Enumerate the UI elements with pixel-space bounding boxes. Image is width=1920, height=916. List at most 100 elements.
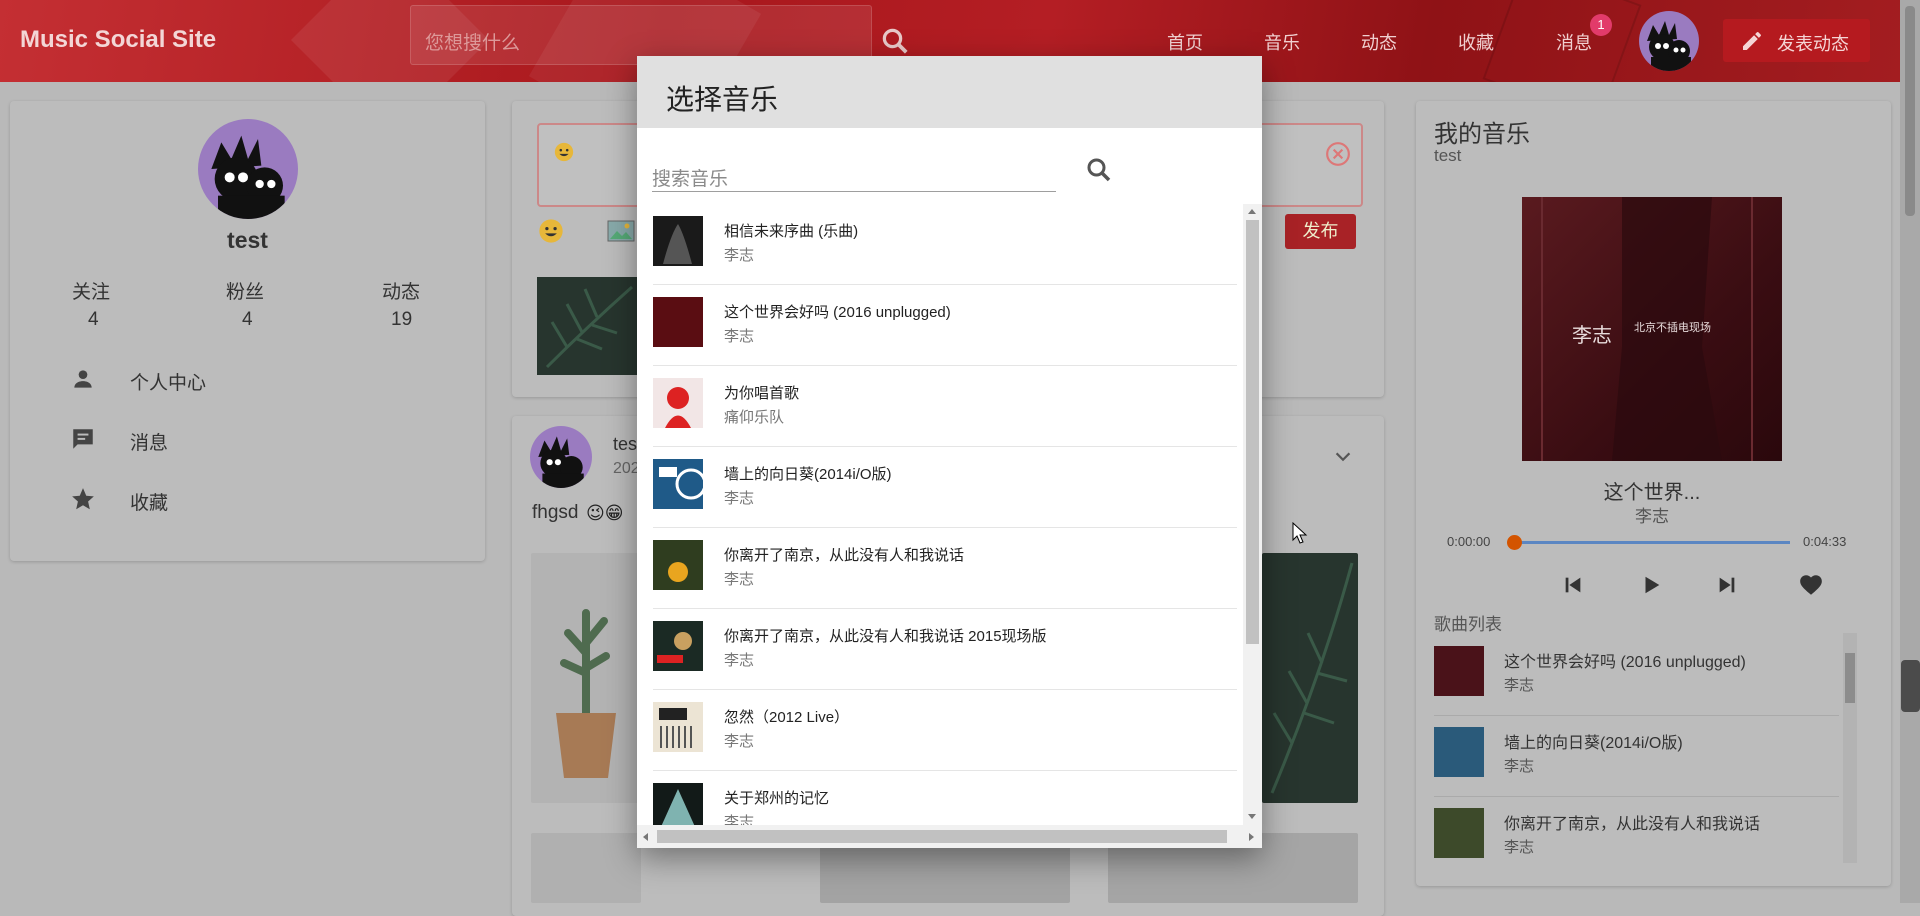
playlist-item[interactable]: 墙上的向日葵(2014i/O版) 李志 xyxy=(1434,715,1839,797)
site-logo[interactable]: Music Social Site xyxy=(20,26,216,54)
song-item[interactable]: 你离开了南京，从此没有人和我说话 李志 xyxy=(653,528,1237,609)
floating-widget[interactable] xyxy=(1901,660,1920,712)
song-list-horizontal-scrollbar[interactable] xyxy=(637,825,1262,848)
playlist-item-artist: 李志 xyxy=(1504,758,1535,775)
stat-following-label[interactable]: 关注 xyxy=(72,277,110,304)
song-item[interactable]: 忽然（2012 Live） 李志 xyxy=(653,690,1237,771)
stat-posts-label[interactable]: 动态 xyxy=(382,277,420,304)
song-item[interactable]: 关于郑州的记忆 李志 xyxy=(653,771,1237,825)
image-icon[interactable] xyxy=(607,219,635,243)
page-scrollbar-thumb[interactable] xyxy=(1905,6,1915,216)
profile-avatar[interactable] xyxy=(198,119,298,219)
playlist-item-title: 这个世界会好吗 (2016 unplugged) xyxy=(1504,654,1746,671)
playlist-item-title: 你离开了南京，从此没有人和我说话 xyxy=(1504,816,1761,833)
select-music-dialog: 选择音乐 搜索音乐 相信未来序曲 (乐曲) 李志 这个世界会好吗 (2016 u… xyxy=(637,56,1262,848)
post-date: 202 xyxy=(613,460,640,477)
song-title: 墙上的向日葵(2014i/O版) xyxy=(724,466,892,483)
message-count-badge: 1 xyxy=(1590,14,1612,36)
previous-track-icon[interactable] xyxy=(1562,574,1584,596)
song-list-horizontal-scrollbar-thumb[interactable] xyxy=(657,830,1227,843)
clear-icon[interactable] xyxy=(1325,141,1351,167)
search-icon[interactable] xyxy=(1084,155,1114,185)
song-cover xyxy=(1434,808,1484,858)
progress-slider[interactable] xyxy=(1514,541,1790,544)
song-item[interactable]: 你离开了南京，从此没有人和我说话 2015现场版 李志 xyxy=(653,609,1237,690)
cactus-illustration xyxy=(556,609,616,778)
stat-following-value: 4 xyxy=(88,309,99,330)
nav-messages[interactable]: 消息 xyxy=(1556,29,1592,55)
scroll-down-arrow-icon[interactable] xyxy=(1248,814,1256,819)
song-artist: 痛仰乐队 xyxy=(724,409,785,426)
cover-art xyxy=(665,387,691,428)
leaf-illustration xyxy=(545,285,633,369)
playlist-label: 歌曲列表 xyxy=(1434,615,1502,634)
playlist-scrollbar-thumb[interactable] xyxy=(1845,653,1855,703)
song-artist: 李志 xyxy=(724,571,755,588)
song-list-scrollbar[interactable] xyxy=(1243,204,1262,825)
publish-button[interactable]: 发布 xyxy=(1285,214,1356,249)
album-artist-text: 李志 xyxy=(1572,323,1612,347)
scroll-right-arrow-icon[interactable] xyxy=(1249,833,1254,841)
song-title: 关于郑州的记忆 xyxy=(724,790,830,807)
total-time: 0:04:33 xyxy=(1803,534,1847,549)
song-cover xyxy=(653,378,703,428)
nav-music[interactable]: 音乐 xyxy=(1264,29,1300,55)
song-cover xyxy=(653,783,703,825)
emoji-picker-icon[interactable] xyxy=(537,217,565,245)
message-icon xyxy=(73,429,93,449)
post-button[interactable]: 发表动态 xyxy=(1723,19,1870,62)
song-list-scrollbar-thumb[interactable] xyxy=(1246,220,1259,644)
user-avatar[interactable] xyxy=(1639,11,1699,71)
music-search-input[interactable]: 搜索音乐 xyxy=(652,155,1056,192)
song-artist: 李志 xyxy=(724,328,755,345)
song-artist: 李志 xyxy=(724,490,755,507)
attached-image-thumb[interactable] xyxy=(537,277,637,375)
album-subtitle-text: 北京不插电现场 xyxy=(1634,322,1711,334)
search-icon[interactable] xyxy=(880,26,910,56)
song-cover xyxy=(653,621,703,671)
stat-followers-label[interactable]: 粉丝 xyxy=(226,277,264,304)
play-icon[interactable] xyxy=(1640,574,1662,596)
page-scrollbar[interactable] xyxy=(1900,0,1920,903)
heart-icon[interactable] xyxy=(1798,572,1824,598)
song-cover xyxy=(653,702,703,752)
song-cover xyxy=(1434,727,1484,777)
scroll-left-arrow-icon[interactable] xyxy=(643,833,648,841)
next-track-icon[interactable] xyxy=(1716,574,1738,596)
mouse-cursor-icon xyxy=(1292,522,1308,544)
playlist-scrollbar[interactable] xyxy=(1843,633,1857,863)
cover-art xyxy=(663,224,692,264)
menu-messages-label: 消息 xyxy=(130,433,169,454)
current-time: 0:00:00 xyxy=(1447,534,1491,549)
post-author-avatar[interactable] xyxy=(530,426,592,488)
song-artist: 李志 xyxy=(724,814,755,825)
song-artist: 李志 xyxy=(724,733,755,750)
avatar-illustration xyxy=(538,436,584,488)
scroll-up-arrow-icon[interactable] xyxy=(1248,209,1256,214)
song-item[interactable]: 为你唱首歌 痛仰乐队 xyxy=(653,366,1237,447)
playlist-item[interactable]: 你离开了南京，从此没有人和我说话 李志 xyxy=(1434,796,1839,877)
chevron-down-icon[interactable] xyxy=(1332,446,1354,468)
person-icon xyxy=(74,370,92,388)
song-cover xyxy=(653,540,703,590)
nav-feed[interactable]: 动态 xyxy=(1361,29,1397,55)
post-image[interactable] xyxy=(531,553,641,803)
nav-favorites[interactable]: 收藏 xyxy=(1458,29,1494,55)
nav-home[interactable]: 首页 xyxy=(1167,29,1203,55)
song-item[interactable]: 相信未来序曲 (乐曲) 李志 xyxy=(653,204,1237,285)
post-text: fhgsd xyxy=(532,502,579,523)
playlist-item[interactable]: 这个世界会好吗 (2016 unplugged) 李志 xyxy=(1434,634,1839,716)
now-playing-title: 这个世界... xyxy=(1603,482,1701,504)
song-list: 相信未来序曲 (乐曲) 李志 这个世界会好吗 (2016 unplugged) … xyxy=(637,204,1243,825)
song-item[interactable]: 墙上的向日葵(2014i/O版) 李志 xyxy=(653,447,1237,528)
stat-posts-value: 19 xyxy=(391,309,413,330)
progress-slider-handle[interactable] xyxy=(1507,535,1522,550)
now-playing-artist: 李志 xyxy=(1635,507,1669,526)
song-item[interactable]: 这个世界会好吗 (2016 unplugged) 李志 xyxy=(653,285,1237,366)
post-image[interactable] xyxy=(1262,553,1358,803)
site-search-placeholder: 您想搜什么 xyxy=(425,33,521,54)
avatar-illustration xyxy=(211,135,285,219)
cover-art xyxy=(659,467,703,500)
playlist-item-artist: 李志 xyxy=(1504,839,1535,856)
post-image[interactable] xyxy=(531,833,641,903)
